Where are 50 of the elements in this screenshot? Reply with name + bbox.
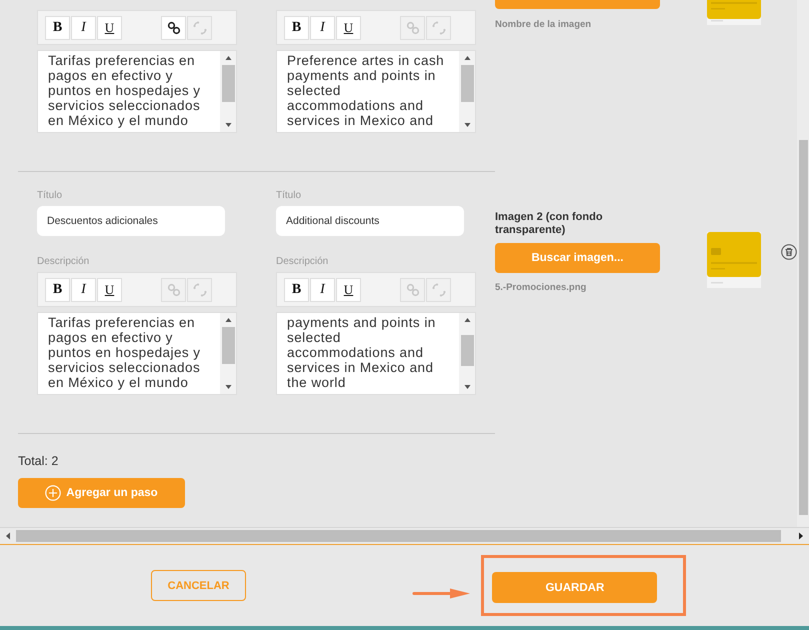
link-icon (166, 282, 180, 296)
field-label: Título (37, 190, 64, 203)
vertical-scrollbar[interactable] (797, 0, 809, 527)
link-button[interactable] (161, 16, 186, 40)
total-count: Total: 2 (18, 454, 60, 470)
description-field[interactable]: payments and points in selected accommodations and services in Mexico and the world (276, 312, 476, 395)
title-field[interactable]: Descuentos adicionales (37, 206, 225, 236)
bold-button[interactable]: B (45, 278, 70, 302)
bold-button[interactable]: B (284, 16, 309, 40)
scrollbar[interactable] (459, 51, 475, 132)
link-icon (406, 282, 420, 296)
file-name: Nombre de la imagen (495, 19, 592, 30)
scrollbar[interactable] (220, 51, 236, 132)
field-label: Descripción (37, 256, 90, 269)
description-text: Preference artes in cash payments and points in selected accommodations and services in Mexico and (286, 52, 446, 130)
broken-link-icon (432, 282, 446, 296)
delete-button[interactable] (781, 244, 797, 260)
description-text: payments and points in selected accommodations and services in Mexico and the world (286, 314, 437, 392)
italic-button[interactable]: I (71, 278, 96, 302)
horizontal-scrollbar[interactable] (0, 527, 809, 544)
description-text: Tarifas preferencias en pagos en efectivo y puntos en hospedajes y servicios seleccionados en México y el mundo (47, 52, 202, 130)
file-name: 5.-Promociones.png (495, 282, 588, 293)
underline-button[interactable]: U (336, 278, 361, 302)
description-field[interactable]: Tarifas preferencias en pagos en efectivo y puntos en hospedajes y servicios seleccionados en México y el mundo (37, 312, 237, 395)
field-label: Título (276, 190, 302, 203)
trash-icon (781, 244, 797, 260)
italic-button[interactable]: I (310, 16, 335, 40)
underline-button[interactable]: U (97, 16, 122, 40)
scrollbar[interactable] (459, 313, 475, 394)
arrow (412, 588, 470, 598)
scrollbar[interactable] (220, 313, 236, 394)
italic-button[interactable]: I (71, 16, 96, 40)
underline-button[interactable]: U (336, 16, 361, 40)
broken-link-icon (192, 282, 206, 296)
search-image-button[interactable] (495, 0, 660, 9)
broken-link-icon (192, 20, 206, 34)
italic-button[interactable]: I (310, 278, 335, 302)
description-field[interactable]: Preference artes in cash payments and points in selected accommodations and services in Mexico and (276, 50, 476, 133)
bold-button[interactable]: B (284, 278, 309, 302)
description-text: Tarifas preferencias en pagos en efectivo y puntos en hospedajes y servicios seleccionados en México y el mundo (47, 314, 202, 392)
link-icon (166, 20, 180, 34)
field-label: Descripción (276, 256, 330, 269)
plus-icon (45, 485, 62, 501)
link-icon (406, 20, 420, 34)
title-field[interactable]: Additional discounts (276, 206, 464, 236)
description-field[interactable]: Tarifas preferencias en pagos en efectivo y puntos en hospedajes y servicios seleccionados en México y el mundo (37, 50, 237, 133)
underline-button[interactable]: U (97, 278, 122, 302)
bold-button[interactable]: B (45, 16, 70, 40)
broken-link-icon (432, 20, 446, 34)
image-label: Imagen 2 (con fondo transparente) (495, 211, 604, 237)
